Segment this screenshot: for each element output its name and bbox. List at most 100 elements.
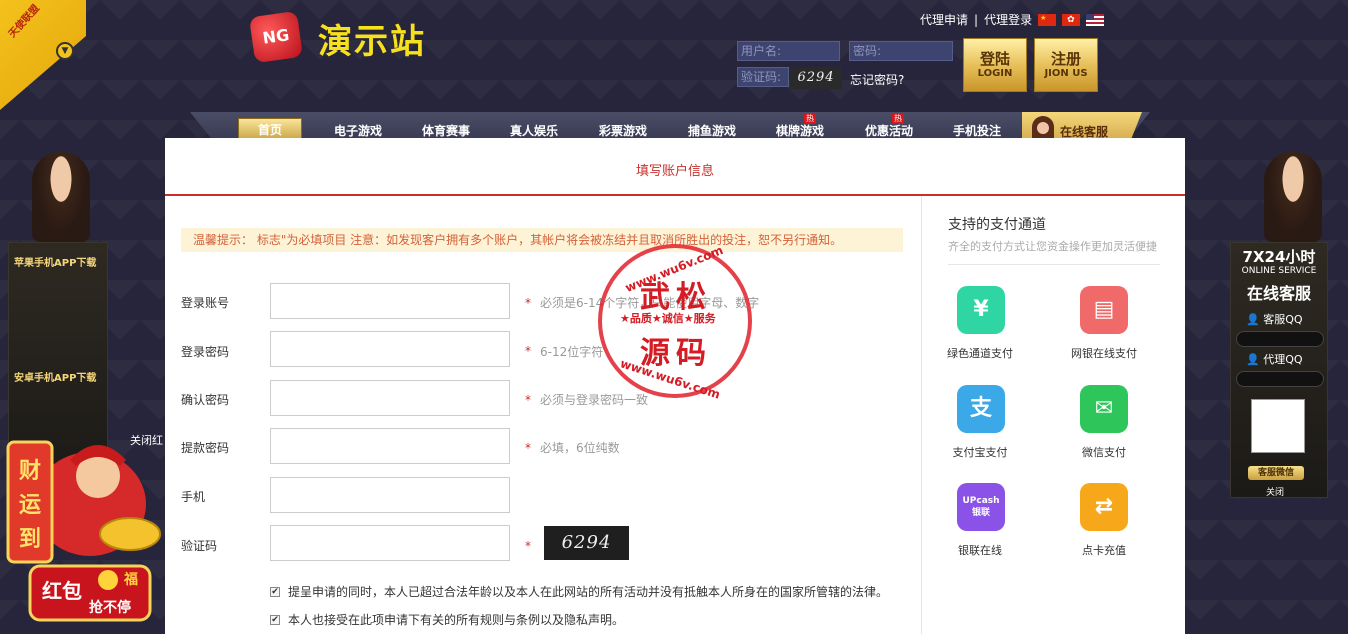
service-online-en: ONLINE SERVICE [1241,266,1317,276]
service-wechat-button[interactable]: 客服微信 [1248,466,1304,480]
agent-login-link[interactable]: 代理登录 [984,11,1032,28]
hongkong-flag-icon[interactable] [1062,13,1081,26]
withdraw-password-label: 提款密码 [181,441,230,455]
chevron-down-icon[interactable]: ▼ [56,42,74,60]
captcha-field[interactable] [270,525,510,561]
promo-tag-text: 抢不停 [89,599,131,616]
agent-qq-button[interactable] [1236,371,1324,387]
wechat-pay-label[interactable]: 微信支付 [1054,444,1154,460]
corner-ribbon[interactable] [0,0,86,110]
nav-item-live-casino[interactable]: 真人娱乐 [510,122,558,139]
nav-item-slots[interactable]: 电子游戏 [334,122,382,139]
title-divider [165,194,1185,196]
service-qq-label: 👤 客服QQ [1246,313,1303,326]
site-logo-text[interactable]: 演示站 [318,14,426,63]
unionpay-label[interactable]: 银联在线 [930,542,1030,558]
online-bank-label[interactable]: 网银在线支付 [1054,345,1154,361]
left-hostess-image [32,152,90,242]
service-hours: 7X24小时 [1242,248,1316,266]
nav-item-fishing[interactable]: 捕鱼游戏 [688,122,736,139]
right-panel-close-link[interactable]: 关闭 [1266,485,1284,498]
agree-terms-row: ✔ 本人也接受在此项申请下有关的所有规则与条例以及隐私声明。 [270,611,624,628]
logo-dice-icon: NG [249,10,303,64]
phone-label: 手机 [181,490,206,504]
agree-terms-text: 本人也接受在此项申请下有关的所有规则与条例以及隐私声明。 [288,613,625,627]
payment-title: 支持的支付通道 [948,217,1046,233]
captcha-label: 验证码 [181,539,218,553]
top-links-separator: | [974,12,979,27]
nav-item-sports[interactable]: 体育赛事 [422,122,470,139]
register-button[interactable]: 注册 JION US [1034,38,1098,92]
bank-card-icon[interactable]: ▤ [1080,286,1128,334]
page-title: 填写账户信息 [635,164,714,179]
usa-flag-icon[interactable] [1086,13,1105,26]
nav-item-promotions[interactable]: 优惠活动 [865,122,913,139]
confirm-password-field[interactable] [270,380,510,416]
phone-field[interactable] [270,477,510,513]
form-captcha-image[interactable]: 6294 [544,526,629,560]
card-recharge-icon[interactable]: ⇄ [1080,483,1128,531]
agent-apply-link[interactable]: 代理申请 [920,11,968,28]
login-button-label: 登陆 [979,50,1010,68]
site-header: 天使联盟 ▼ NG 演示站 代理申请 | 代理登录 用户名: 密码: 验证码: … [0,0,1348,110]
unionpay-icon[interactable]: UPcash 银联 [957,483,1005,531]
captcha-input[interactable]: 验证码: [737,67,789,87]
promo-char-2: 运 [19,493,41,518]
header-captcha-image[interactable]: 6294 [790,67,842,89]
right-hostess-image [1264,152,1322,242]
card-recharge-label[interactable]: 点卡充值 [1054,542,1154,558]
green-channel-label[interactable]: 绿色通道支付 [930,345,1030,361]
required-mark: * [525,344,531,358]
account-label: 登录账号 [181,296,230,310]
agree-legal-checkbox[interactable]: ✔ [270,586,280,597]
withdraw-password-hint: 必填，6位纯数 [540,441,620,455]
agent-qq-text: 代理QQ [1263,353,1303,366]
nav-item-chess[interactable]: 棋牌游戏 [776,122,824,139]
nav-item-lottery[interactable]: 彩票游戏 [599,122,647,139]
promo-hongbao-text: 红包 [42,579,82,603]
username-input[interactable]: 用户名: [737,41,840,61]
notice-banner: 温馨提示： 标志"为必填项目 注意：如发现客户拥有多个账户，其帐户将会被冻结并且… [181,228,903,252]
android-app-download-link[interactable]: 安卓手机APP下载 [14,369,96,384]
stamp-middle: ★品质★诚信★服务 [620,312,716,325]
china-flag-icon[interactable] [1038,13,1057,26]
required-mark: * [525,441,531,455]
required-mark: * [525,393,531,407]
alipay-label[interactable]: 支付宝支付 [930,444,1030,460]
login-button[interactable]: 登陆 LOGIN [963,38,1027,92]
promo-char-3: 到 [19,527,41,552]
green-channel-icon[interactable]: ¥ [957,286,1005,334]
account-input[interactable] [270,283,510,319]
service-qq-text: 客服QQ [1263,313,1303,326]
agree-legal-row: ✔ 提呈申请的同时，本人已超过合法年龄以及本人在此网站的所有活动并没有抵触本人所… [270,583,888,600]
red-envelope-promo[interactable]: 财 运 到 红包 福 抢不停 [0,430,170,634]
login-button-sublabel: LOGIN [977,68,1013,79]
password-input[interactable]: 密码: [849,41,953,61]
agent-qq-label: 👤 代理QQ [1246,353,1303,366]
top-links: 代理申请 | 代理登录 [920,11,1105,28]
alipay-icon[interactable]: 支 [957,385,1005,433]
password-label: 登录密码 [181,345,230,359]
agree-terms-checkbox[interactable]: ✔ [270,614,280,625]
confirm-password-label: 确认密码 [181,393,230,407]
register-button-label: 注册 [1050,50,1081,68]
wechat-qr-image [1251,399,1305,453]
password-hint: 6-12位字符 [540,345,604,359]
payment-subtitle: 齐全的支付方式让您资金操作更加灵活便捷 [948,240,1157,253]
required-mark: * [525,539,531,553]
agree-legal-text: 提呈申请的同时，本人已超过合法年龄以及本人在此网站的所有活动并没有抵触本人所身在… [288,585,889,599]
promo-fu-text: 福 [123,571,138,588]
required-mark: * [525,296,531,310]
section-divider [921,196,922,634]
forgot-password-link[interactable]: 忘记密码? [850,71,904,88]
confirm-password-hint: 必须与登录密码一致 [540,393,649,407]
password-field[interactable] [270,331,510,367]
promo-char-1: 财 [19,459,41,484]
register-button-sublabel: JION US [1044,68,1088,79]
nav-item-mobile[interactable]: 手机投注 [953,122,1001,139]
iphone-app-download-link[interactable]: 苹果手机APP下载 [14,254,96,269]
service-online-cn: 在线客服 [1246,284,1311,303]
wechat-pay-icon[interactable]: ✉ [1080,385,1128,433]
withdraw-password-field[interactable] [270,428,510,464]
service-qq-button[interactable] [1236,331,1324,347]
